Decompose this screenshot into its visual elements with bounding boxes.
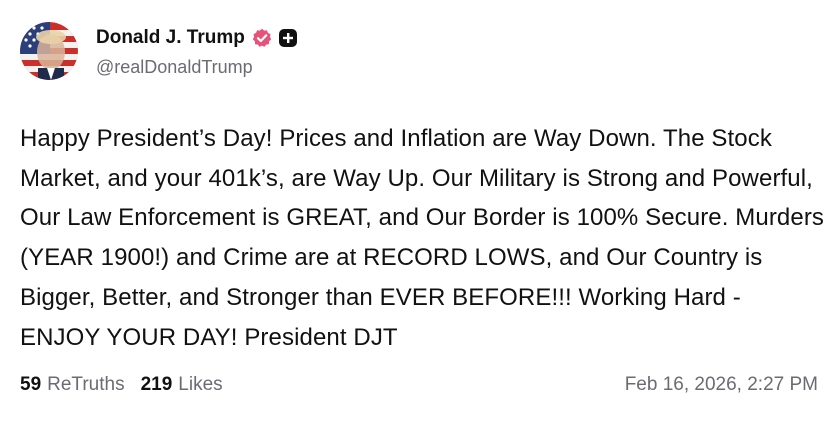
avatar[interactable] — [20, 22, 78, 80]
retruths-count: 59 — [20, 374, 42, 395]
verified-badge-icon — [252, 28, 272, 48]
avatar-image — [20, 22, 78, 80]
post-timestamp[interactable]: Feb 16, 2026, 2:27 PM — [625, 374, 818, 396]
name-row: Donald J. Trump — [96, 25, 298, 51]
post-footer: 59 ReTruths 219 Likes Feb 16, 2026, 2:27… — [20, 374, 818, 396]
likes-stat[interactable]: 219 Likes — [141, 374, 223, 396]
post-text: Happy President’s Day! Prices and Inflat… — [20, 125, 825, 351]
author-display-name[interactable]: Donald J. Trump — [96, 27, 245, 49]
retruths-label: ReTruths — [47, 374, 125, 395]
author-handle[interactable]: @realDonaldTrump — [96, 57, 298, 78]
author-identity: Donald J. Trump @realDonaldTrump — [96, 25, 298, 78]
post-card: Donald J. Trump @realDonaldTrump Happy P… — [0, 0, 840, 430]
retruths-stat[interactable]: 59 ReTruths — [20, 374, 125, 396]
plus-badge-icon — [278, 28, 298, 48]
likes-count: 219 — [140, 374, 173, 395]
likes-label: Likes — [178, 374, 223, 395]
post-header: Donald J. Trump @realDonaldTrump — [20, 22, 298, 80]
